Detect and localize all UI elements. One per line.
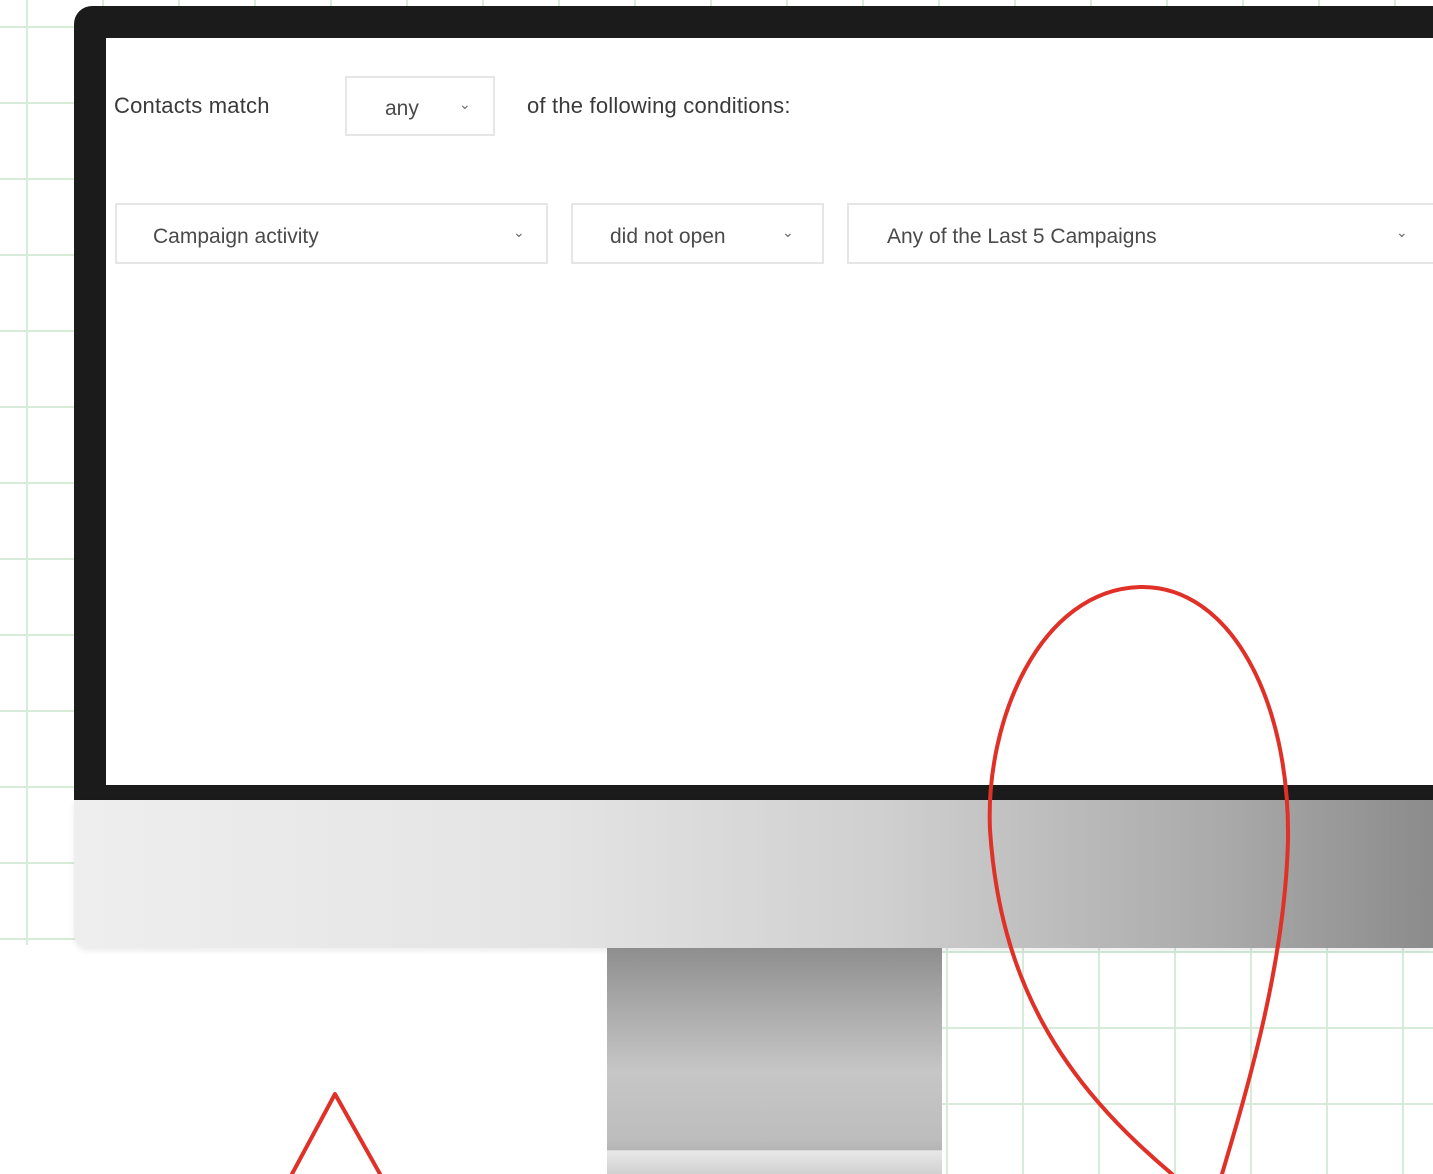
stage: Contacts match any ⌄ of the following co… [0, 0, 1433, 1174]
annotation-arrow-tip [290, 1092, 382, 1174]
annotation-loop [987, 584, 1291, 1174]
red-annotation-marks [290, 584, 1291, 1174]
